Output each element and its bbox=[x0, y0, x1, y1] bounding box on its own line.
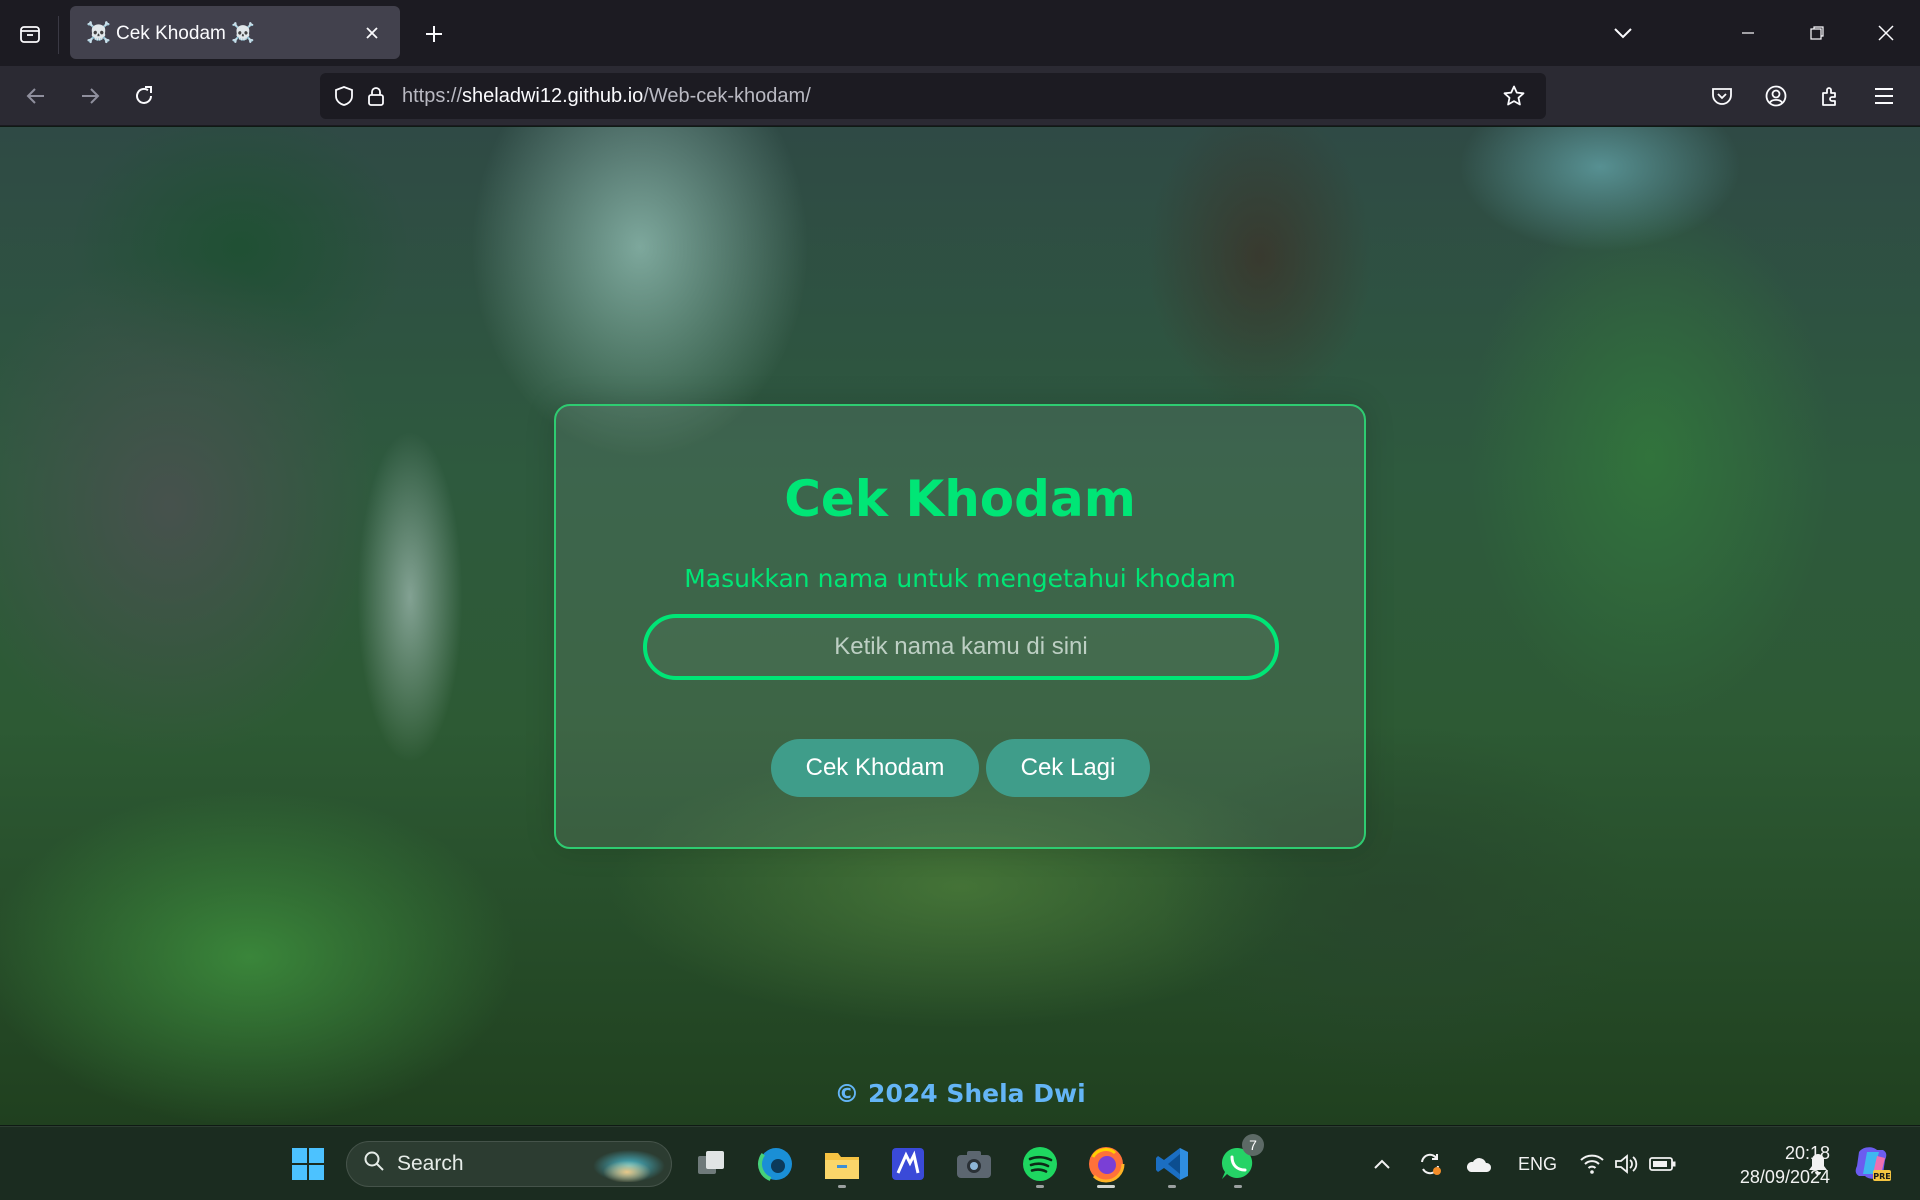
search-icon bbox=[363, 1150, 385, 1178]
whatsapp-badge: 7 bbox=[1242, 1134, 1264, 1156]
whatsapp-icon[interactable]: 7 bbox=[1212, 1134, 1264, 1190]
close-icon[interactable] bbox=[358, 19, 386, 47]
edge-icon[interactable] bbox=[750, 1138, 802, 1190]
window-close-icon[interactable] bbox=[1863, 10, 1909, 56]
active-tab[interactable]: ☠️ Cek Khodam ☠️ bbox=[70, 6, 400, 59]
minimize-icon[interactable] bbox=[1725, 10, 1771, 56]
khodam-card: Cek Khodam Masukkan nama untuk mengetahu… bbox=[554, 404, 1366, 849]
pocket-icon[interactable] bbox=[1702, 76, 1742, 116]
forward-arrow-icon[interactable] bbox=[70, 76, 110, 116]
cek-lagi-button[interactable]: Cek Lagi bbox=[986, 739, 1150, 797]
skull-crossbones-icon: ☠️ bbox=[86, 21, 111, 44]
volume-icon[interactable] bbox=[1610, 1148, 1642, 1180]
restore-icon[interactable] bbox=[1794, 10, 1840, 56]
tab-list-icon[interactable] bbox=[10, 14, 50, 54]
shield-icon[interactable] bbox=[328, 73, 360, 119]
plus-icon[interactable] bbox=[414, 14, 454, 54]
lock-icon[interactable] bbox=[360, 73, 392, 119]
task-view-icon[interactable] bbox=[686, 1138, 738, 1190]
navigation-toolbar: https://sheladwi12.github.io/Web-cek-kho… bbox=[0, 66, 1920, 126]
pen-app-icon[interactable] bbox=[882, 1138, 934, 1190]
spotify-icon[interactable] bbox=[1014, 1138, 1066, 1190]
star-icon[interactable] bbox=[1494, 76, 1534, 116]
url-text[interactable]: https://sheladwi12.github.io/Web-cek-kho… bbox=[402, 85, 811, 108]
language-indicator[interactable]: ENG bbox=[1518, 1154, 1557, 1175]
windows-start-icon[interactable] bbox=[282, 1138, 334, 1190]
file-explorer-icon[interactable] bbox=[816, 1138, 868, 1190]
copilot-icon[interactable]: PRE bbox=[1852, 1143, 1892, 1183]
tab-separator bbox=[58, 16, 59, 54]
chevron-down-icon[interactable] bbox=[1600, 10, 1646, 56]
camera-icon[interactable] bbox=[948, 1138, 1000, 1190]
reload-icon[interactable] bbox=[124, 76, 164, 116]
page-background: Cek Khodam Masukkan nama untuk mengetahu… bbox=[0, 127, 1920, 1125]
firefox-icon[interactable] bbox=[1080, 1138, 1132, 1190]
taskbar: Search 7 ENG 20:18 28/09/2024 PRE bbox=[0, 1126, 1920, 1200]
footer-copyright: © 2024 Shela Dwi bbox=[834, 1079, 1086, 1108]
tab-title: Cek Khodam ☠️ bbox=[116, 22, 255, 44]
account-icon[interactable] bbox=[1756, 76, 1796, 116]
back-arrow-icon[interactable] bbox=[16, 76, 56, 116]
vscode-icon[interactable] bbox=[1146, 1138, 1198, 1190]
page-subtitle: Masukkan nama untuk mengetahui khodam bbox=[684, 564, 1236, 593]
page-title: Cek Khodam bbox=[784, 470, 1136, 528]
search-highlight-image bbox=[589, 1146, 667, 1182]
menu-icon[interactable] bbox=[1864, 76, 1904, 116]
notification-bell-icon[interactable] bbox=[1802, 1148, 1834, 1180]
cek-khodam-button[interactable]: Cek Khodam bbox=[771, 739, 979, 797]
sync-icon[interactable] bbox=[1414, 1148, 1446, 1180]
tab-strip: ☠️ Cek Khodam ☠️ bbox=[0, 0, 1920, 66]
wifi-icon[interactable] bbox=[1576, 1148, 1608, 1180]
url-bar[interactable]: https://sheladwi12.github.io/Web-cek-kho… bbox=[320, 73, 1546, 119]
taskbar-search[interactable]: Search bbox=[346, 1141, 672, 1187]
extensions-icon[interactable] bbox=[1810, 76, 1850, 116]
svg-text:PRE: PRE bbox=[1873, 1172, 1891, 1181]
chevron-up-icon[interactable] bbox=[1366, 1148, 1398, 1180]
name-input[interactable] bbox=[643, 614, 1279, 680]
battery-icon[interactable] bbox=[1647, 1148, 1679, 1180]
skull-crossbones-icon: ☠️ bbox=[231, 22, 255, 44]
search-label: Search bbox=[397, 1152, 464, 1175]
onedrive-icon[interactable] bbox=[1462, 1148, 1494, 1180]
